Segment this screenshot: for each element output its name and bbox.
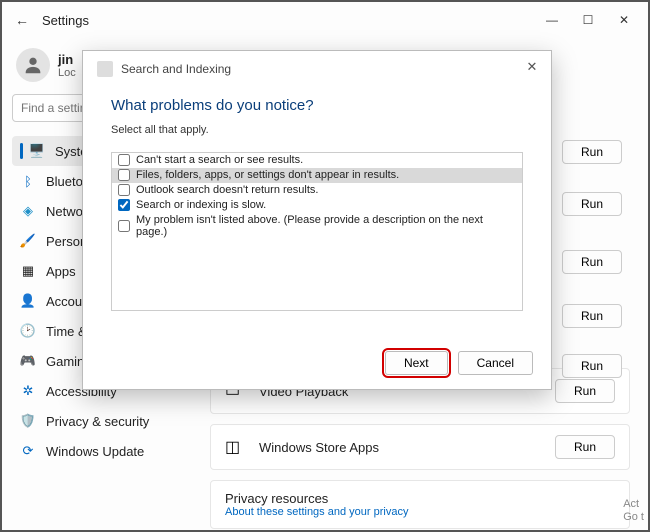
run-button[interactable]: Run — [562, 192, 622, 216]
user-name: jin — [58, 52, 76, 67]
sidebar-item-label: Windows Update — [46, 444, 144, 459]
back-button[interactable]: ← — [8, 12, 36, 28]
run-button[interactable]: Run — [562, 250, 622, 274]
option-label: My problem isn't listed above. (Please p… — [136, 214, 516, 238]
avatar — [16, 48, 50, 82]
option-label: Files, folders, apps, or settings don't … — [136, 169, 399, 181]
options-list: Can't start a search or see results. Fil… — [111, 152, 523, 311]
option-row[interactable]: My problem isn't listed above. (Please p… — [112, 213, 522, 240]
run-button[interactable]: Run — [555, 435, 615, 459]
option-checkbox[interactable] — [118, 169, 130, 181]
wifi-icon: ◈ — [20, 203, 36, 219]
shield-icon: 🛡️ — [20, 413, 36, 429]
store-icon: ◫ — [225, 437, 245, 457]
sidebar-item-label: Networ — [46, 204, 87, 219]
run-button[interactable]: Run — [555, 379, 615, 403]
option-label: Search or indexing is slow. — [136, 199, 266, 211]
option-row[interactable]: Files, folders, apps, or settings don't … — [112, 168, 522, 183]
user-sub: Loc — [58, 67, 76, 79]
next-button[interactable]: Next — [385, 351, 448, 375]
privacy-resources-card[interactable]: Privacy resources About these settings a… — [210, 480, 630, 529]
troubleshooter-dialog: ✕ Search and Indexing What problems do y… — [82, 50, 552, 390]
option-label: Can't start a search or see results. — [136, 154, 303, 166]
option-row[interactable]: Can't start a search or see results. — [112, 153, 522, 168]
close-button[interactable]: ✕ — [606, 6, 642, 34]
monitor-icon: 🖥️ — [29, 143, 45, 159]
option-label: Outlook search doesn't return results. — [136, 184, 318, 196]
option-row[interactable]: Outlook search doesn't return results. — [112, 183, 522, 198]
update-icon: ⟳ — [20, 443, 36, 459]
troubleshooter-icon — [97, 61, 113, 77]
sidebar-item-update[interactable]: ⟳ Windows Update — [12, 436, 182, 466]
sidebar-item-label: Time & — [46, 324, 87, 339]
option-checkbox[interactable] — [118, 154, 130, 166]
sidebar-item-privacy[interactable]: 🛡️ Privacy & security — [12, 406, 182, 436]
option-row[interactable]: Search or indexing is slow. — [112, 198, 522, 213]
run-button[interactable]: Run — [562, 354, 622, 378]
minimize-button[interactable]: — — [534, 6, 570, 34]
privacy-sub: About these settings and your privacy — [225, 506, 615, 518]
run-button[interactable]: Run — [562, 140, 622, 164]
maximize-button[interactable]: ☐ — [570, 6, 606, 34]
apps-icon: ▦ — [20, 263, 36, 279]
sidebar-item-label: Apps — [46, 264, 76, 279]
titlebar: ← Settings — ☐ ✕ — [2, 2, 648, 38]
cancel-button[interactable]: Cancel — [458, 351, 533, 375]
option-checkbox[interactable] — [118, 199, 130, 211]
troubleshooter-card-store: ◫ Windows Store Apps Run — [210, 424, 630, 470]
privacy-title: Privacy resources — [225, 491, 615, 506]
settings-window: ← Settings — ☐ ✕ jin Loc 🖥️ System — [0, 0, 650, 532]
dialog-question: What problems do you notice? — [111, 97, 523, 114]
person-icon: 👤 — [20, 293, 36, 309]
window-title: Settings — [42, 13, 89, 28]
option-checkbox[interactable] — [118, 184, 130, 196]
clock-icon: 🕑 — [20, 323, 36, 339]
option-checkbox[interactable] — [118, 220, 130, 232]
person-icon — [22, 54, 44, 76]
accessibility-icon: ✲ — [20, 383, 36, 399]
brush-icon: 🖌️ — [20, 233, 36, 249]
dialog-instruction: Select all that apply. — [111, 124, 523, 136]
dialog-close-button[interactable]: ✕ — [521, 59, 543, 81]
card-title: Windows Store Apps — [259, 440, 379, 455]
dialog-title: Search and Indexing — [121, 62, 231, 76]
bluetooth-icon: ᛒ — [20, 173, 36, 189]
sidebar-item-label: Privacy & security — [46, 414, 149, 429]
game-icon: 🎮 — [20, 353, 36, 369]
run-button[interactable]: Run — [562, 304, 622, 328]
